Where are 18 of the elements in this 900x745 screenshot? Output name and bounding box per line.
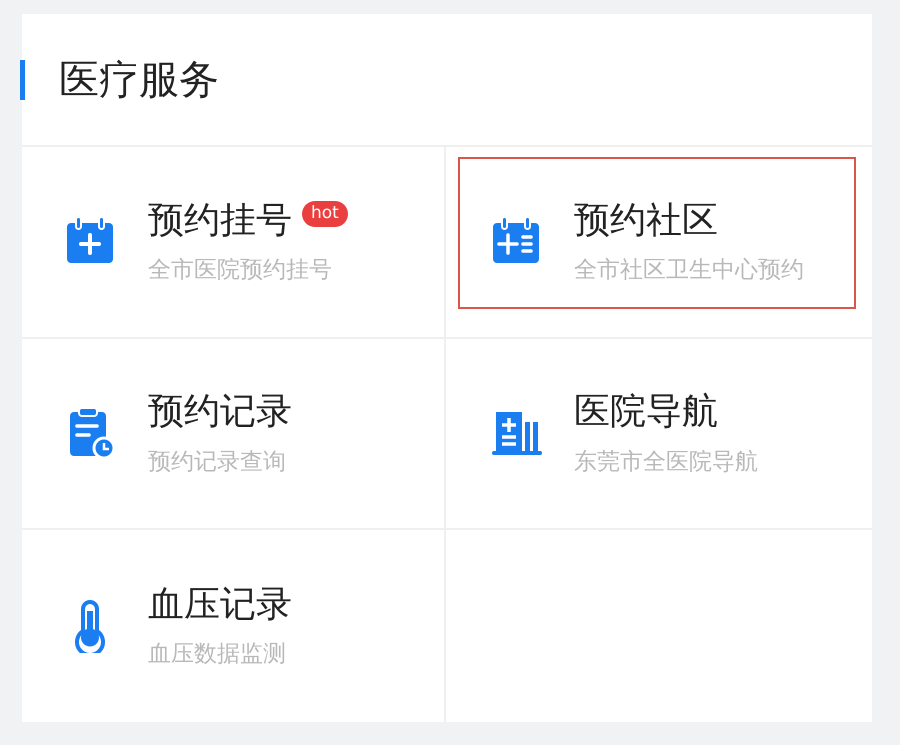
service-tile[interactable]: 医院导航 东莞市全医院导航 — [446, 338, 872, 530]
section-title: 医疗服务 — [59, 56, 219, 105]
service-title: 预约记录 — [148, 390, 292, 434]
service-tile[interactable]: 预约社区 全市社区卫生中心预约 — [446, 147, 872, 339]
service-title: 预约挂号 — [148, 198, 292, 242]
service-tile[interactable]: 预约挂号 hot 全市医院预约挂号 — [22, 147, 446, 339]
service-description: 血压数据监测 — [148, 640, 287, 670]
service-description: 预约记录查询 — [148, 448, 287, 477]
service-description: 东莞市全医院导航 — [574, 448, 758, 477]
service-tile[interactable]: 血压记录 血压数据监测 — [22, 530, 446, 722]
service-tile[interactable]: 预约记录 预约记录查询 — [22, 338, 446, 530]
service-title: 医院导航 — [574, 390, 718, 434]
hot-badge: hot — [302, 200, 348, 227]
service-title: 预约社区 — [574, 198, 718, 242]
accent-bar — [20, 60, 25, 100]
service-description: 全市医院预约挂号 — [148, 256, 333, 285]
service-title: 血压记录 — [148, 583, 292, 626]
service-description: 全市社区卫生中心预约 — [574, 256, 804, 285]
